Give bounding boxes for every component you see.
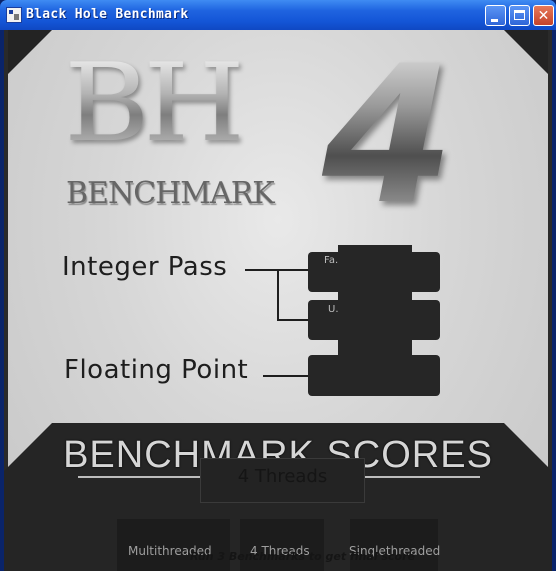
maximize-button[interactable] bbox=[509, 5, 530, 26]
maximize-icon bbox=[514, 10, 525, 20]
title-bar[interactable]: Black Hole Benchmark ✕ bbox=[0, 0, 556, 30]
thread-selector-label: 4 Threads bbox=[237, 466, 328, 487]
app-icon[interactable] bbox=[6, 7, 22, 23]
integer-pass-label: Integer Pass bbox=[62, 252, 228, 282]
client-area: BH BENCHMARK 4 Integer Pass Fa...ns U...… bbox=[4, 30, 552, 571]
logo-bh: BH bbox=[64, 41, 245, 166]
corner-decoration-left bbox=[4, 30, 52, 78]
connector-line bbox=[277, 319, 309, 321]
logo-version-number: 4 bbox=[322, 30, 455, 246]
minimize-icon bbox=[491, 19, 498, 22]
floating-point-label: Floating Point bbox=[64, 355, 249, 385]
logo-subtitle: BENCHMARK bbox=[66, 176, 275, 211]
floating-result-box[interactable] bbox=[308, 355, 440, 396]
corner-decoration-right bbox=[504, 30, 552, 78]
connector-line bbox=[263, 375, 309, 377]
close-button[interactable]: ✕ bbox=[533, 5, 554, 26]
app-window: Black Hole Benchmark ✕ BH BENCHMARK 4 In… bbox=[0, 0, 556, 571]
result-overlay-block bbox=[338, 245, 412, 357]
window-title: Black Hole Benchmark bbox=[26, 7, 189, 22]
status-message: Run 3 Benchmarks to get final score bbox=[190, 550, 415, 563]
connector-line bbox=[277, 269, 279, 321]
minimize-button[interactable] bbox=[485, 5, 506, 26]
close-icon: ✕ bbox=[537, 8, 550, 24]
